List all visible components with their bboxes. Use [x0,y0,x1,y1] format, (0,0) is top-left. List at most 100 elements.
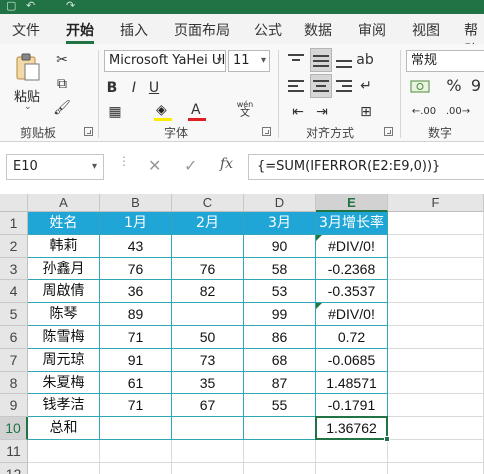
cell-a5[interactable]: 陈琴 [28,303,100,326]
cell-c2[interactable] [172,234,244,258]
cell-c4[interactable]: 82 [172,280,244,304]
cell-b3[interactable]: 76 [100,257,172,281]
cell-c9[interactable]: 67 [172,394,244,418]
cell-e11[interactable] [316,440,388,463]
worksheet-grid[interactable]: ABCDEF 1 2 3 4 5 6 7 8 9 10 11 12 姓名 1月 2月 3月 3月增长率 韩莉 43… [0,194,484,474]
cell-e4[interactable]: -0.3537 [316,280,388,304]
cell-b6[interactable]: 71 [100,326,172,349]
cell-c8[interactable]: 35 [172,371,244,395]
save-icon[interactable]: ▢ [6,0,16,12]
column-header-f[interactable]: F [388,194,484,212]
cell-a11[interactable] [28,440,100,463]
cell-d9[interactable]: 55 [244,394,316,418]
cell-b8[interactable]: 61 [100,371,172,395]
cell-e8[interactable]: 1.48571 [316,371,388,395]
cell-c10[interactable] [172,417,244,440]
paste-button[interactable]: 粘贴 ⌄ [10,50,46,116]
row-header-12[interactable]: 12 [0,462,28,474]
cell-e10[interactable]: 1.36762 [316,417,388,440]
tab-view[interactable]: 视图 [412,20,440,42]
cell-a2[interactable]: 韩莉 [28,234,100,258]
cell-e6[interactable]: 0.72 [316,326,388,349]
cell-b10[interactable] [100,417,172,440]
insert-function-button[interactable]: fx [220,156,233,172]
cell-b11[interactable] [100,440,172,463]
copy-icon[interactable]: ⧉ [52,74,72,94]
align-top-button[interactable] [288,52,306,70]
cell-a7[interactable]: 周元琼 [28,348,100,372]
cell-d8[interactable]: 87 [244,371,316,395]
font-color-button[interactable]: A [186,102,210,122]
cell-e5[interactable]: #DIV/0! [316,303,388,326]
tab-home[interactable]: 开始 [66,20,94,44]
formula-input[interactable]: {=SUM(IFERROR(E2:E9,0))} [248,154,484,180]
row-header-2[interactable]: 2 [0,234,28,258]
select-all-corner[interactable] [0,194,28,212]
cell-f4[interactable] [388,280,484,304]
cell-a4[interactable]: 周啟倩 [28,280,100,304]
row-header-5[interactable]: 5 [0,303,28,326]
row-header-4[interactable]: 4 [0,280,28,304]
cell-f2[interactable] [388,234,484,258]
cell-c11[interactable] [172,440,244,463]
clipboard-launcher-icon[interactable] [84,127,93,136]
cell-c5[interactable] [172,303,244,326]
cell-a8[interactable]: 朱夏梅 [28,371,100,395]
merge-cells-icon[interactable]: ⊞ [356,102,376,122]
cell-b9[interactable]: 71 [100,394,172,418]
align-left-button[interactable] [288,78,306,96]
cell-e7[interactable]: -0.0685 [316,348,388,372]
cell-f11[interactable] [388,440,484,463]
cell-b5[interactable]: 89 [100,303,172,326]
cell-b2[interactable]: 43 [100,234,172,258]
column-header-d[interactable]: D [244,194,316,212]
undo-icon[interactable]: ↶ [26,0,35,12]
cell-d5[interactable]: 99 [244,303,316,326]
increase-indent-icon[interactable]: ⇥ [312,102,332,122]
cancel-icon[interactable]: ✕ [148,156,161,175]
cell-f7[interactable] [388,348,484,372]
cell-d4[interactable]: 53 [244,280,316,304]
cell-d10[interactable] [244,417,316,440]
comma-style-button[interactable]: 9 [468,76,484,96]
row-header-1[interactable]: 1 [0,212,28,235]
formula-bar-grip-icon[interactable]: ⋮ [118,155,130,167]
cell-d12[interactable] [244,462,316,474]
cell-e1[interactable]: 3月增长率 [316,212,388,235]
cell-a6[interactable]: 陈雪梅 [28,326,100,349]
cell-d6[interactable]: 86 [244,326,316,349]
cell-f1[interactable] [388,212,484,235]
column-header-a[interactable]: A [28,194,100,212]
percent-button[interactable]: % [444,76,464,96]
tab-review[interactable]: 审阅 [358,20,386,42]
orientation-icon[interactable]: ab [356,50,374,70]
align-center-button[interactable] [310,74,332,98]
cell-f8[interactable] [388,371,484,395]
tab-formulas[interactable]: 公式 [254,20,282,42]
border-icon[interactable]: ▦ [104,102,126,122]
align-bottom-button[interactable] [336,52,354,70]
cell-b4[interactable]: 36 [100,280,172,304]
row-header-9[interactable]: 9 [0,394,28,418]
phonetic-button[interactable]: wén 文 [234,100,256,122]
cell-b7[interactable]: 91 [100,348,172,372]
cell-c6[interactable]: 50 [172,326,244,349]
tab-data[interactable]: 数据 [304,20,332,42]
row-header-11[interactable]: 11 [0,440,28,463]
wrap-text-icon[interactable]: ↵ [356,76,376,96]
column-header-e[interactable]: E [316,194,388,212]
number-format-select[interactable]: 常规 [406,50,484,72]
name-box[interactable]: E10 ▾ [6,154,104,180]
cell-f3[interactable] [388,257,484,281]
row-header-8[interactable]: 8 [0,371,28,395]
row-header-7[interactable]: 7 [0,348,28,372]
align-right-button[interactable] [336,78,354,96]
cell-c7[interactable]: 73 [172,348,244,372]
cell-c1[interactable]: 2月 [172,212,244,235]
cell-f10[interactable] [388,417,484,440]
cut-icon[interactable]: ✂ [52,50,72,70]
decrease-indent-icon[interactable]: ⇤ [288,102,308,122]
tab-page-layout[interactable]: 页面布局 [174,20,230,42]
cell-e3[interactable]: -0.2368 [316,257,388,281]
decrease-decimal-icon[interactable]: .00→ [444,102,472,122]
